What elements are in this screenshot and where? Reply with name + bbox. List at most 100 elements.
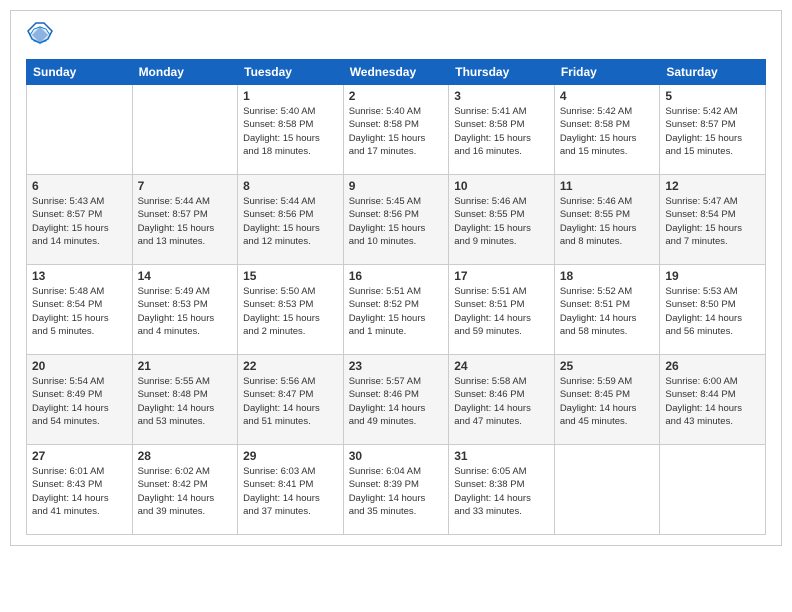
day-number: 24 (454, 359, 549, 373)
cell-sun-info: Sunrise: 6:02 AMSunset: 8:42 PMDaylight:… (138, 465, 233, 518)
day-number: 25 (560, 359, 655, 373)
cell-sun-info: Sunrise: 5:54 AMSunset: 8:49 PMDaylight:… (32, 375, 127, 428)
col-tuesday: Tuesday (238, 60, 344, 85)
col-thursday: Thursday (449, 60, 555, 85)
cell-sun-info: Sunrise: 5:59 AMSunset: 8:45 PMDaylight:… (560, 375, 655, 428)
day-number: 2 (349, 89, 444, 103)
calendar-page: Sunday Monday Tuesday Wednesday Thursday… (10, 10, 782, 546)
day-number: 9 (349, 179, 444, 193)
cell-sun-info: Sunrise: 5:44 AMSunset: 8:56 PMDaylight:… (243, 195, 338, 248)
calendar-cell: 25 Sunrise: 5:59 AMSunset: 8:45 PMDayligh… (554, 355, 660, 445)
day-number: 22 (243, 359, 338, 373)
cell-sun-info: Sunrise: 5:52 AMSunset: 8:51 PMDaylight:… (560, 285, 655, 338)
day-number: 28 (138, 449, 233, 463)
calendar-cell: 10 Sunrise: 5:46 AMSunset: 8:55 PMDayligh… (449, 175, 555, 265)
day-number: 6 (32, 179, 127, 193)
day-number: 16 (349, 269, 444, 283)
header-row: Sunday Monday Tuesday Wednesday Thursday… (27, 60, 766, 85)
cell-sun-info: Sunrise: 6:05 AMSunset: 8:38 PMDaylight:… (454, 465, 549, 518)
day-number: 17 (454, 269, 549, 283)
cell-sun-info: Sunrise: 5:41 AMSunset: 8:58 PMDaylight:… (454, 105, 549, 158)
cell-sun-info: Sunrise: 5:50 AMSunset: 8:53 PMDaylight:… (243, 285, 338, 338)
calendar-cell: 11Sunrise: 5:46 AMSunset: 8:55 PMDayligh… (554, 175, 660, 265)
cell-sun-info: Sunrise: 5:45 AMSunset: 8:56 PMDaylight:… (349, 195, 444, 248)
day-number: 10 (454, 179, 549, 193)
day-number: 14 (138, 269, 233, 283)
cell-sun-info: Sunrise: 6:04 AMSunset: 8:39 PMDaylight:… (349, 465, 444, 518)
calendar-cell: 29 Sunrise: 6:03 AMSunset: 8:41 PMDayligh… (238, 445, 344, 535)
calendar-cell: 14 Sunrise: 5:49 AMSunset: 8:53 PMDayligh… (132, 265, 238, 355)
day-number: 5 (665, 89, 760, 103)
day-number: 26 (665, 359, 760, 373)
day-number: 30 (349, 449, 444, 463)
calendar-cell: 26 Sunrise: 6:00 AMSunset: 8:44 PMDayligh… (660, 355, 766, 445)
day-number: 13 (32, 269, 127, 283)
day-number: 11 (560, 179, 655, 193)
calendar-cell: 4 Sunrise: 5:42 AMSunset: 8:58 PMDaylight… (554, 85, 660, 175)
calendar-cell: 12 Sunrise: 5:47 AMSunset: 8:54 PMDayligh… (660, 175, 766, 265)
cell-sun-info: Sunrise: 5:51 AMSunset: 8:51 PMDaylight:… (454, 285, 549, 338)
col-sunday: Sunday (27, 60, 133, 85)
calendar-week-1: 1Sunrise: 5:40 AMSunset: 8:58 PMDaylight… (27, 85, 766, 175)
day-number: 20 (32, 359, 127, 373)
calendar-table: Sunday Monday Tuesday Wednesday Thursday… (26, 59, 766, 535)
cell-sun-info: Sunrise: 6:00 AMSunset: 8:44 PMDaylight:… (665, 375, 760, 428)
day-number: 12 (665, 179, 760, 193)
logo-icon (26, 21, 54, 49)
day-number: 19 (665, 269, 760, 283)
cell-sun-info: Sunrise: 5:42 AMSunset: 8:58 PMDaylight:… (560, 105, 655, 158)
cell-sun-info: Sunrise: 5:55 AMSunset: 8:48 PMDaylight:… (138, 375, 233, 428)
cell-sun-info: Sunrise: 6:01 AMSunset: 8:43 PMDaylight:… (32, 465, 127, 518)
cell-sun-info: Sunrise: 5:49 AMSunset: 8:53 PMDaylight:… (138, 285, 233, 338)
day-number: 4 (560, 89, 655, 103)
header (26, 21, 766, 49)
calendar-cell: 2 Sunrise: 5:40 AMSunset: 8:58 PMDaylight… (343, 85, 449, 175)
day-number: 15 (243, 269, 338, 283)
day-number: 8 (243, 179, 338, 193)
cell-sun-info: Sunrise: 5:47 AMSunset: 8:54 PMDaylight:… (665, 195, 760, 248)
cell-sun-info: Sunrise: 6:03 AMSunset: 8:41 PMDaylight:… (243, 465, 338, 518)
col-monday: Monday (132, 60, 238, 85)
calendar-cell: 8 Sunrise: 5:44 AMSunset: 8:56 PMDaylight… (238, 175, 344, 265)
cell-sun-info: Sunrise: 5:48 AMSunset: 8:54 PMDaylight:… (32, 285, 127, 338)
day-number: 31 (454, 449, 549, 463)
cell-sun-info: Sunrise: 5:53 AMSunset: 8:50 PMDaylight:… (665, 285, 760, 338)
day-number: 23 (349, 359, 444, 373)
day-number: 21 (138, 359, 233, 373)
calendar-week-5: 27 Sunrise: 6:01 AMSunset: 8:43 PMDayligh… (27, 445, 766, 535)
calendar-cell: 23Sunrise: 5:57 AMSunset: 8:46 PMDayligh… (343, 355, 449, 445)
calendar-cell: 27 Sunrise: 6:01 AMSunset: 8:43 PMDayligh… (27, 445, 133, 535)
calendar-cell: 15 Sunrise: 5:50 AMSunset: 8:53 PMDayligh… (238, 265, 344, 355)
day-number: 27 (32, 449, 127, 463)
calendar-cell: 5 Sunrise: 5:42 AMSunset: 8:57 PMDaylight… (660, 85, 766, 175)
cell-sun-info: Sunrise: 5:51 AMSunset: 8:52 PMDaylight:… (349, 285, 444, 338)
calendar-cell (660, 445, 766, 535)
cell-sun-info: Sunrise: 5:40 AMSunset: 8:58 PMDaylight:… (243, 105, 338, 158)
calendar-cell (554, 445, 660, 535)
calendar-week-4: 20 Sunrise: 5:54 AMSunset: 8:49 PMDayligh… (27, 355, 766, 445)
cell-sun-info: Sunrise: 5:56 AMSunset: 8:47 PMDaylight:… (243, 375, 338, 428)
cell-sun-info: Sunrise: 5:40 AMSunset: 8:58 PMDaylight:… (349, 105, 444, 158)
col-wednesday: Wednesday (343, 60, 449, 85)
calendar-cell: 6 Sunrise: 5:43 AMSunset: 8:57 PMDaylight… (27, 175, 133, 265)
cell-sun-info: Sunrise: 5:46 AMSunset: 8:55 PMDaylight:… (454, 195, 549, 248)
cell-sun-info: Sunrise: 5:58 AMSunset: 8:46 PMDaylight:… (454, 375, 549, 428)
day-number: 7 (138, 179, 233, 193)
calendar-cell: 31 Sunrise: 6:05 AMSunset: 8:38 PMDayligh… (449, 445, 555, 535)
col-saturday: Saturday (660, 60, 766, 85)
cell-sun-info: Sunrise: 5:43 AMSunset: 8:57 PMDaylight:… (32, 195, 127, 248)
calendar-cell (27, 85, 133, 175)
calendar-cell: 1Sunrise: 5:40 AMSunset: 8:58 PMDaylight… (238, 85, 344, 175)
calendar-cell: 21 Sunrise: 5:55 AMSunset: 8:48 PMDayligh… (132, 355, 238, 445)
calendar-cell: 3Sunrise: 5:41 AMSunset: 8:58 PMDaylight… (449, 85, 555, 175)
calendar-cell: 24 Sunrise: 5:58 AMSunset: 8:46 PMDayligh… (449, 355, 555, 445)
calendar-cell: 7Sunrise: 5:44 AMSunset: 8:57 PMDaylight… (132, 175, 238, 265)
calendar-cell: 13 Sunrise: 5:48 AMSunset: 8:54 PMDayligh… (27, 265, 133, 355)
day-number: 29 (243, 449, 338, 463)
calendar-week-3: 13 Sunrise: 5:48 AMSunset: 8:54 PMDayligh… (27, 265, 766, 355)
calendar-cell: 20 Sunrise: 5:54 AMSunset: 8:49 PMDayligh… (27, 355, 133, 445)
col-friday: Friday (554, 60, 660, 85)
calendar-cell: 30 Sunrise: 6:04 AMSunset: 8:39 PMDayligh… (343, 445, 449, 535)
calendar-cell: 19 Sunrise: 5:53 AMSunset: 8:50 PMDayligh… (660, 265, 766, 355)
cell-sun-info: Sunrise: 5:42 AMSunset: 8:57 PMDaylight:… (665, 105, 760, 158)
